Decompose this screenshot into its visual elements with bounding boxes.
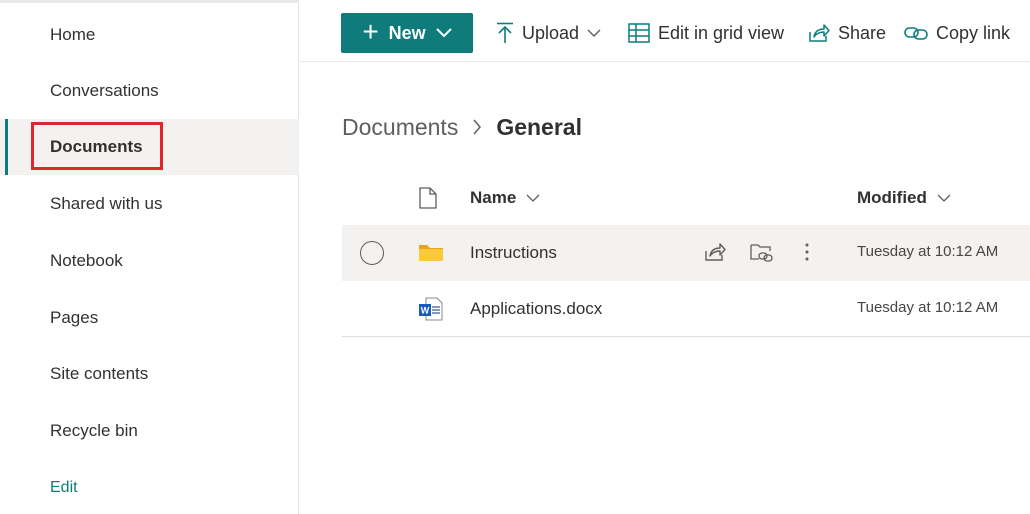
copy-link-label: Copy link [936,22,1011,43]
breadcrumb: Documents General [342,110,582,144]
upload-button[interactable]: Upload [496,13,601,53]
folder-icon [418,241,444,268]
nav-item-label: Pages [50,308,99,327]
share-icon [809,24,830,42]
modified-value: Tuesday at 10:12 AM [857,299,999,316]
word-doc-icon: W [418,297,444,326]
svg-text:W: W [421,306,430,316]
file-list-header: Name Modified [342,172,1030,224]
name-column-header[interactable]: Name [470,188,540,208]
more-options-icon[interactable] [804,241,810,268]
nav-item-home[interactable]: Home [0,7,299,63]
left-navigation: Home Conversations Documents Shared with… [0,0,299,514]
plus-icon: + [362,16,379,47]
breadcrumb-parent-link[interactable]: Documents [342,114,458,141]
modified-column-label: Modified [857,188,927,207]
nav-item-recycle-bin[interactable]: Recycle bin [0,403,299,459]
nav-item-label: Home [50,25,96,44]
nav-item-documents[interactable]: Documents [0,119,299,175]
nav-item-label: Shared with us [50,194,163,213]
grid-icon [628,23,650,43]
nav-item-notebook[interactable]: Notebook [0,233,299,289]
copy-link-button[interactable]: Copy link [904,13,1010,53]
name-column-label: Name [470,188,517,207]
edit-in-grid-view-label: Edit in grid view [658,22,785,43]
share-label: Share [838,22,887,43]
nav-item-label: Site contents [50,364,149,383]
nav-edit-link[interactable]: Edit [0,460,299,514]
upload-icon [497,22,513,43]
new-button-label: New [388,22,426,43]
file-name-link[interactable]: Applications.docx [470,299,602,319]
nav-item-site-contents[interactable]: Site contents [0,346,299,402]
chevron-down-icon [526,194,540,202]
table-row[interactable]: W Applications.docx Tuesday at 10:12 AM [342,281,1030,337]
nav-edit-label: Edit [50,479,78,496]
nav-item-shared-with-us[interactable]: Shared with us [0,176,299,232]
modified-value: Tuesday at 10:12 AM [857,243,999,260]
nav-item-label: Documents [50,137,143,156]
chevron-down-icon [435,28,452,38]
file-type-column-icon[interactable] [419,187,437,214]
chevron-right-icon [472,119,482,135]
link-icon [904,27,928,40]
breadcrumb-current: General [496,113,582,140]
command-bar: + New Upload Edit in grid view Share Cop… [300,0,1030,62]
edit-in-grid-view-button[interactable]: Edit in grid view [628,13,784,53]
nav-item-pages[interactable]: Pages [0,290,299,346]
copy-link-folder-icon[interactable] [750,241,774,268]
nav-item-label: Recycle bin [50,421,138,440]
modified-column-header[interactable]: Modified [857,188,951,208]
file-name-link[interactable]: Instructions [470,243,557,263]
new-button[interactable]: + New [341,13,473,53]
nav-item-label: Conversations [50,81,159,100]
nav-item-label: Notebook [50,251,123,270]
sidebar-top-divider [0,0,299,3]
share-button[interactable]: Share [808,13,886,53]
chevron-down-icon [937,194,951,202]
nav-item-conversations[interactable]: Conversations [0,63,299,119]
table-row[interactable]: Instructions Tuesday at 10:12 AM [342,225,1030,281]
share-icon[interactable] [704,241,726,268]
upload-label: Upload [522,22,580,43]
chevron-down-icon [587,29,601,37]
row-select-checkbox[interactable] [360,241,384,265]
